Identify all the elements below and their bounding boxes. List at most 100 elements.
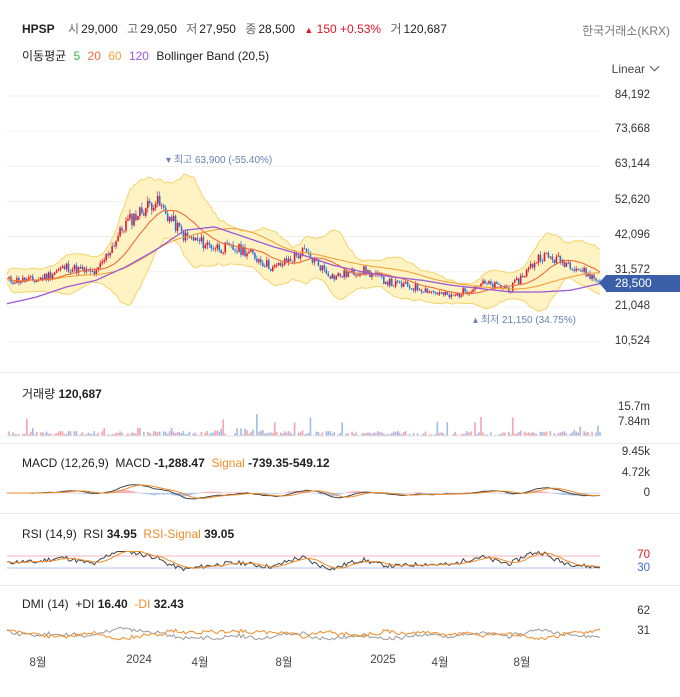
candle-body <box>396 280 399 282</box>
rsi-signal-line <box>6 551 601 569</box>
rsi-value: 34.95 <box>106 527 137 541</box>
macd-histogram-bar <box>339 493 341 495</box>
volume-bar <box>67 431 70 436</box>
candle-body <box>216 244 219 249</box>
dmi-pane-label: DMI (14) <box>22 597 69 611</box>
chart-canvas[interactable] <box>0 0 680 697</box>
volume-bar <box>206 430 209 436</box>
macd-histogram-bar <box>496 492 498 494</box>
volume-bar <box>275 431 278 436</box>
candle-body <box>555 256 558 264</box>
macd-histogram-bar <box>220 492 222 493</box>
candle-body <box>335 276 338 280</box>
x-axis-label: 4월 <box>431 657 449 669</box>
macd-histogram-bar <box>436 492 439 494</box>
candle-body <box>45 273 48 280</box>
candle-body <box>279 262 282 266</box>
candle-body <box>99 263 102 268</box>
macd-histogram-bar <box>162 493 165 495</box>
candle-body <box>317 260 320 267</box>
macd-histogram-bar <box>77 493 80 494</box>
candle-body <box>115 241 117 247</box>
volume-pane-value: 120,687 <box>58 387 102 401</box>
candle-body <box>515 278 518 281</box>
macd-histogram-bar <box>539 491 542 493</box>
candle-body <box>595 278 597 281</box>
volume-bar <box>222 419 224 436</box>
candle-body <box>513 280 516 283</box>
volume-bar <box>377 431 379 436</box>
high-annotation: ▾ 최고 63,900 (-55.40%) <box>166 155 273 166</box>
candle-body <box>91 271 94 272</box>
x-axis-label: 8월 <box>275 657 293 669</box>
candle-body <box>258 259 260 262</box>
macd-histogram-bar <box>53 493 56 494</box>
macd-histogram-bar <box>543 491 546 493</box>
volume-bar <box>252 429 254 436</box>
price-axis-label: 84,192 <box>614 89 650 101</box>
volume-bar <box>39 432 42 436</box>
candle-body <box>297 255 300 259</box>
macd-histogram-bar <box>551 493 554 494</box>
candle-body <box>525 269 528 277</box>
candle-body <box>236 250 238 252</box>
candle-body <box>277 262 280 266</box>
macd-histogram-bar <box>349 491 351 493</box>
macd-histogram-bar <box>343 492 345 494</box>
volume-bar <box>220 428 222 436</box>
macd-histogram-bar <box>448 492 451 494</box>
macd-value: -1,288.47 <box>154 456 205 470</box>
candle-body <box>55 270 58 273</box>
volume-bar <box>168 431 171 436</box>
candle-body <box>168 216 171 222</box>
macd-histogram-bar <box>222 492 224 494</box>
candle-body <box>460 294 462 297</box>
macd-axis-label: 0 <box>643 487 650 499</box>
macd-histogram-bar <box>561 493 564 495</box>
candle-body <box>446 291 449 295</box>
macd-histogram-bar <box>75 492 78 494</box>
candle-body <box>200 237 203 242</box>
candle-body <box>154 203 157 209</box>
candle-body <box>321 265 324 271</box>
volume-bar <box>258 431 260 436</box>
candle-body <box>148 200 151 204</box>
price-axis-label: 42,096 <box>614 229 650 241</box>
volume-bar <box>478 432 480 436</box>
volume-bar <box>301 430 304 436</box>
volume-bar <box>436 421 439 436</box>
candle-body <box>105 253 107 260</box>
candle-body <box>539 254 542 261</box>
candle-body <box>551 256 554 261</box>
macd-histogram-bar <box>156 493 159 495</box>
candle-body <box>220 250 222 253</box>
candle-body <box>119 227 121 237</box>
macd-histogram-bar <box>559 493 562 495</box>
candle-body <box>438 292 441 295</box>
candle-body <box>529 264 532 268</box>
macd-histogram-bar <box>353 490 355 493</box>
candle-body <box>591 274 593 280</box>
candle-body <box>454 295 457 297</box>
candle-body <box>402 283 405 287</box>
macd-histogram-bar <box>545 491 548 493</box>
macd-histogram-bar <box>137 492 139 493</box>
volume-bar <box>289 432 292 436</box>
macd-histogram-bar <box>210 491 213 493</box>
macd-histogram-bar <box>139 492 141 494</box>
volume-bar <box>396 431 399 436</box>
volume-bar <box>57 431 60 436</box>
x-axis-label: 8월 <box>29 657 47 669</box>
macd-histogram-bar <box>188 493 191 496</box>
candle-body <box>504 286 506 288</box>
candle-body <box>327 273 330 277</box>
macd-histogram-bar <box>488 492 490 493</box>
candle-body <box>61 266 64 269</box>
candle-body <box>210 244 213 249</box>
volume-bar <box>327 431 330 436</box>
candle-body <box>198 239 201 242</box>
macd-histogram-bar <box>402 493 405 494</box>
volume-bar <box>260 430 262 436</box>
macd-histogram-bar <box>83 493 86 494</box>
volume-bar <box>466 431 468 436</box>
